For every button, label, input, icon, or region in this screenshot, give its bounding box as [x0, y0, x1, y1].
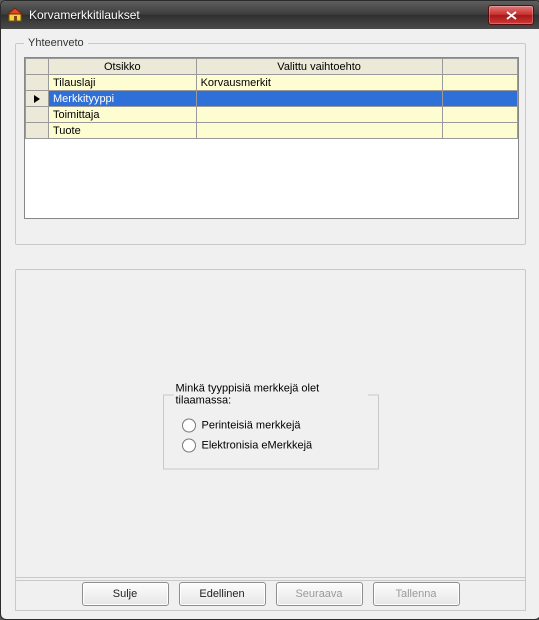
cell-blank	[442, 123, 517, 139]
house-icon	[7, 7, 23, 23]
content-panel: Minkä tyyppisiä merkkejä olet tilaamassa…	[15, 269, 526, 581]
radio-option-traditional[interactable]: Perinteisiä merkkejä	[182, 419, 368, 433]
close-dialog-button[interactable]: Sulje	[82, 582, 169, 606]
table-row[interactable]: Tilauslaji Korvausmerkit	[26, 75, 518, 91]
radio-icon	[182, 439, 196, 453]
dialog-window: Korvamerkkitilaukset Yhteenveto Otsikko …	[0, 0, 539, 620]
cell-blank	[442, 91, 517, 107]
summary-legend: Yhteenveto	[24, 37, 88, 49]
cell-label: Toimittaja	[49, 107, 197, 123]
radio-label: Elektronisia eMerkkejä	[202, 440, 313, 452]
radio-label: Perinteisiä merkkejä	[202, 420, 301, 432]
cell-value: Korvausmerkit	[196, 75, 442, 91]
cell-blank	[442, 75, 517, 91]
row-indicator	[26, 107, 49, 123]
previous-button[interactable]: Edellinen	[179, 582, 266, 606]
summary-group: Yhteenveto Otsikko Valittu vaihtoehto Ti…	[15, 37, 526, 245]
row-header-blank	[26, 59, 49, 75]
cell-blank	[442, 107, 517, 123]
summary-table: Otsikko Valittu vaihtoehto Tilauslaji Ko…	[24, 57, 519, 219]
col-header-2: Valittu vaihtoehto	[196, 59, 442, 75]
right-arrow-icon	[33, 94, 41, 104]
cell-label: Tilauslaji	[49, 75, 197, 91]
button-bar: Sulje Edellinen Seuraava Tallenna	[15, 577, 526, 611]
radio-icon	[182, 419, 196, 433]
cell-label: Tuote	[49, 123, 197, 139]
cell-value	[196, 123, 442, 139]
window-title: Korvamerkkitilaukset	[29, 8, 488, 22]
table-row[interactable]: Merkkityyppi	[26, 91, 518, 107]
row-indicator	[26, 91, 49, 107]
close-button[interactable]	[488, 5, 534, 25]
table-header-row: Otsikko Valittu vaihtoehto	[26, 59, 518, 75]
title-bar: Korvamerkkitilaukset	[1, 1, 539, 29]
table-row[interactable]: Tuote	[26, 123, 518, 139]
cell-value	[196, 91, 442, 107]
cell-label: Merkkityyppi	[49, 91, 197, 107]
radio-legend: Minkä tyyppisiä merkkejä olet tilaamassa…	[174, 383, 368, 407]
save-button[interactable]: Tallenna	[373, 582, 460, 606]
client-area: Yhteenveto Otsikko Valittu vaihtoehto Ti…	[9, 35, 532, 611]
mark-type-group: Minkä tyyppisiä merkkejä olet tilaamassa…	[161, 383, 381, 468]
close-icon	[506, 11, 517, 20]
radio-option-electronic[interactable]: Elektronisia eMerkkejä	[182, 439, 368, 453]
row-indicator	[26, 75, 49, 91]
table-row[interactable]: Toimittaja	[26, 107, 518, 123]
next-button[interactable]: Seuraava	[276, 582, 363, 606]
row-indicator	[26, 123, 49, 139]
col-header-blank	[442, 59, 517, 75]
cell-value	[196, 107, 442, 123]
col-header-1: Otsikko	[49, 59, 197, 75]
